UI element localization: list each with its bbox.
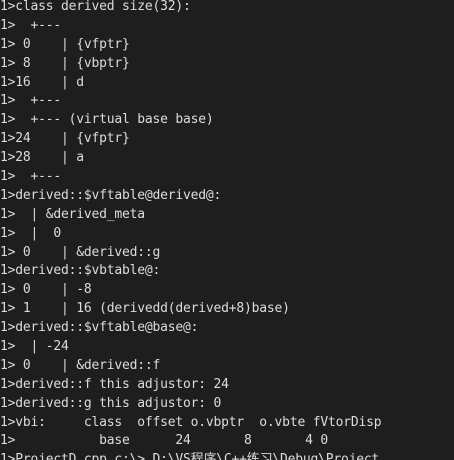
- output-line: 1> 0 | &derived::f: [0, 357, 161, 373]
- output-line: 1>class derived size(32):: [0, 0, 191, 14]
- output-line: 1>derived::$vftable@base@:: [0, 320, 199, 336]
- output-line: 1>ProjectD.cpp.c:\> D:\VS程序\C++练习\Debug\…: [0, 452, 380, 460]
- output-line: 1> | -24: [0, 339, 69, 355]
- output-line: 1> | 0: [0, 225, 62, 241]
- output-line: 1> +---: [0, 169, 62, 185]
- output-line: 1> 0 | &derived::g: [0, 244, 161, 260]
- output-line: 1>16 | d: [0, 74, 84, 90]
- output-line: 1>derived::f this adjustor: 24: [0, 376, 229, 392]
- output-line: 1>derived::g this adjustor: 0: [0, 395, 222, 411]
- output-line: 1>28 | a: [0, 150, 84, 166]
- output-line: 1> 0 | -8: [0, 282, 92, 298]
- output-line: 1>vbi: class offset o.vbptr o.vbte fVtor…: [0, 414, 382, 430]
- output-lines: 1>class derived size(32): 1> +--- 1> 0 |…: [0, 0, 382, 460]
- output-line: 1> +--- (virtual base base): [0, 112, 214, 128]
- output-line: 1> 1 | 16 (derivedd(derived+8)base): [0, 301, 290, 317]
- build-output-console: 1>class derived size(32): 1> +--- 1> 0 |…: [0, 0, 454, 460]
- output-line: 1>derived::$vbtable@:: [0, 263, 161, 279]
- output-line: 1> 8 | {vbptr}: [0, 55, 130, 71]
- output-line: 1> base 24 8 4 0: [0, 433, 328, 449]
- output-line: 1> +---: [0, 17, 62, 33]
- output-line: 1> | &derived_meta: [0, 206, 145, 222]
- output-line: 1>24 | {vfptr}: [0, 131, 130, 147]
- output-line: 1> 0 | {vfptr}: [0, 36, 130, 52]
- output-line: 1> +---: [0, 93, 62, 109]
- output-line: 1>derived::$vftable@derived@:: [0, 187, 222, 203]
